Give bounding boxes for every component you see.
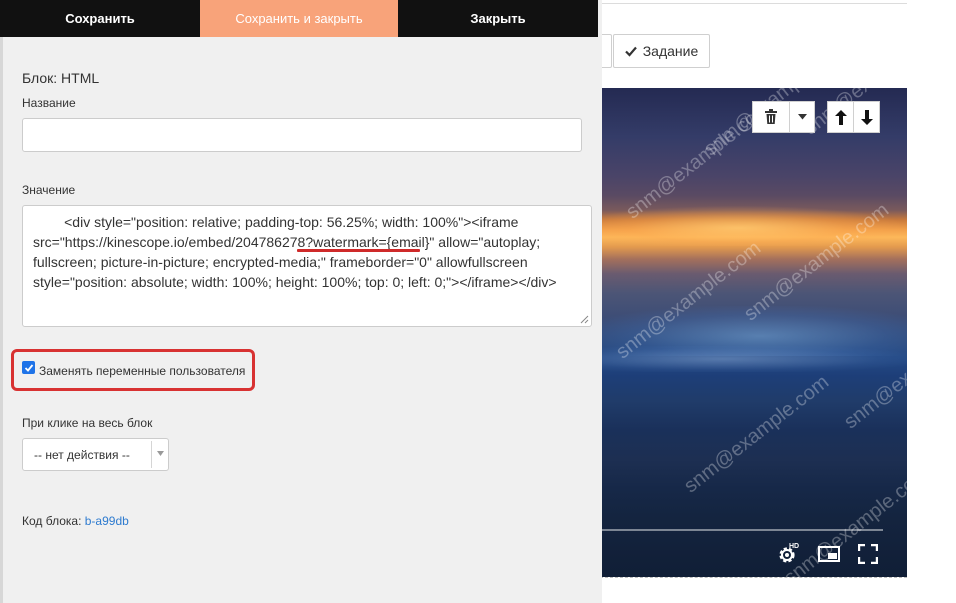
resize-handle-icon[interactable] xyxy=(580,315,589,324)
more-button[interactable] xyxy=(789,101,815,133)
task-button[interactable]: Задание xyxy=(613,34,710,68)
arrow-up-icon xyxy=(834,109,847,125)
block-edit-panel: Сохранить Сохранить и закрыть Закрыть Бл… xyxy=(0,0,602,603)
click-action-value: -- нет действия -- xyxy=(34,447,130,462)
block-type-title: Блок: HTML xyxy=(22,70,100,86)
value-text: <div style="position: relative; padding-… xyxy=(33,214,557,290)
delete-icon xyxy=(765,109,777,124)
block-code-label: Код блока: xyxy=(22,514,82,528)
replace-vars-checkbox[interactable] xyxy=(22,361,35,374)
check-icon xyxy=(624,46,637,57)
click-action-select[interactable]: -- нет действия -- xyxy=(22,438,169,471)
save-button[interactable]: Сохранить xyxy=(0,0,200,37)
pip-icon[interactable] xyxy=(818,546,840,562)
fullscreen-icon[interactable] xyxy=(858,544,878,564)
chevron-down-icon xyxy=(157,451,164,456)
value-textarea[interactable]: <div style="position: relative; padding-… xyxy=(22,205,592,327)
arrow-down-icon xyxy=(860,109,873,125)
caret-down-icon xyxy=(797,114,807,120)
move-down-button[interactable] xyxy=(853,101,880,133)
name-label: Название xyxy=(22,96,76,110)
save-and-close-button[interactable]: Сохранить и закрыть xyxy=(200,0,398,37)
divider xyxy=(600,3,907,4)
click-action-label: При клике на весь блок xyxy=(22,416,153,430)
close-button[interactable]: Закрыть xyxy=(398,0,598,37)
settings-hd-icon[interactable]: HD xyxy=(777,541,801,565)
replace-vars-label[interactable]: Заменять переменные пользователя xyxy=(39,364,245,378)
block-code-link[interactable]: b-a99db xyxy=(85,514,129,528)
name-input[interactable] xyxy=(22,118,582,152)
svg-text:HD: HD xyxy=(789,543,799,550)
move-up-button[interactable] xyxy=(827,101,854,133)
progress-bar[interactable] xyxy=(602,529,883,531)
video-player[interactable]: snm@example.com snm@example.com snm@exam… xyxy=(600,88,907,577)
panel-edge xyxy=(0,37,3,603)
check-icon xyxy=(24,363,33,372)
annotation-underline xyxy=(297,249,420,252)
value-label: Значение xyxy=(22,183,76,197)
delete-button[interactable] xyxy=(752,101,790,133)
block-code: Код блока: b-a99db xyxy=(22,514,129,528)
divider xyxy=(600,577,907,578)
panel-toolbar: Сохранить Сохранить и закрыть Закрыть xyxy=(0,0,598,37)
task-button-label: Задание xyxy=(642,43,699,59)
watermark: snm@example.com xyxy=(680,371,834,498)
